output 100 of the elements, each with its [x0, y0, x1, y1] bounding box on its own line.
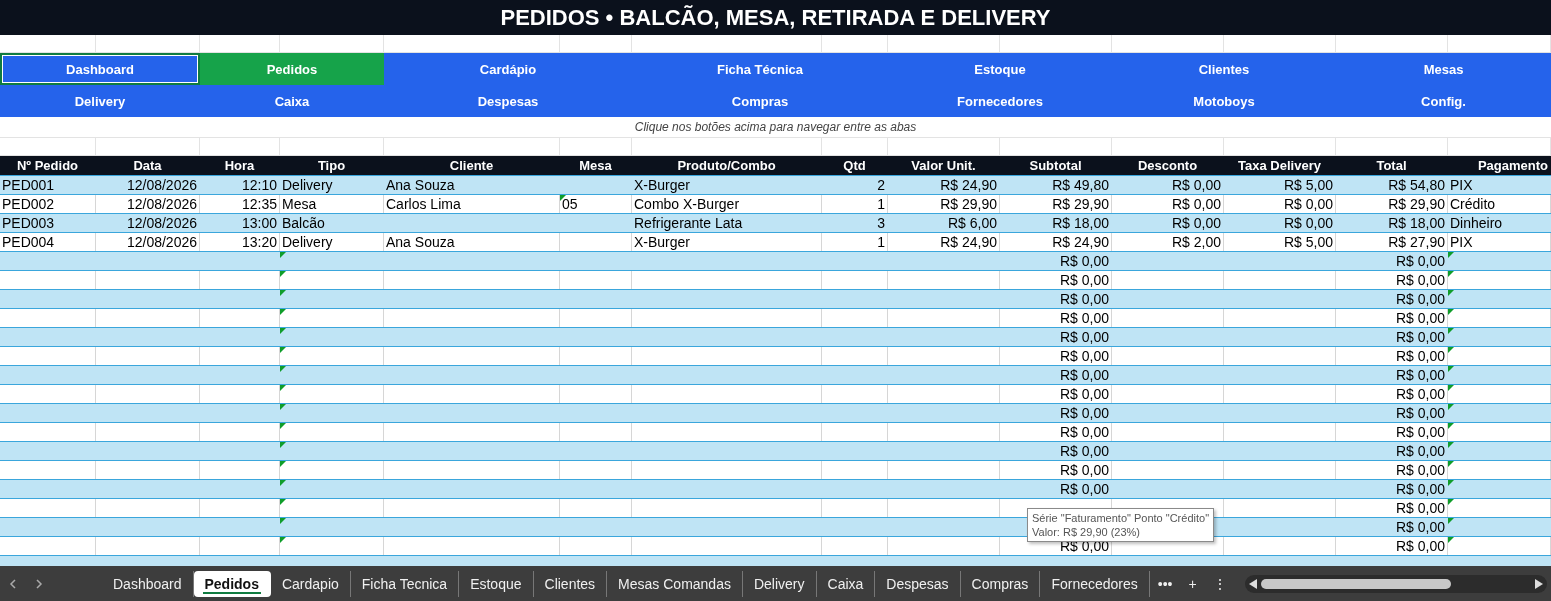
table-cell: Carlos Lima: [386, 197, 461, 211]
table-cell: R$ 0,00: [1059, 330, 1109, 344]
table-cell: R$ 0,00: [1395, 254, 1445, 268]
table-cell: R$ 0,00: [1395, 520, 1445, 534]
table-cell: 13:20: [241, 235, 277, 249]
table-cell: R$ 0,00: [1395, 425, 1445, 439]
table-cell: R$ 0,00: [1395, 406, 1445, 420]
tooltip-text: Valor: R$ 29,90 (23%): [1032, 525, 1142, 539]
column-header: Taxa Delivery: [1238, 159, 1321, 172]
column-header: Valor Unit.: [911, 159, 976, 172]
table-cell: R$ 29,90: [1388, 197, 1445, 211]
table-cell: R$ 2,00: [1171, 235, 1221, 249]
table-cell: 12/08/2026: [126, 178, 197, 192]
sheet-tab[interactable]: Fornecedores: [1040, 571, 1150, 597]
table-cell: R$ 0,00: [1059, 387, 1109, 401]
table-cell: R$ 0,00: [1395, 463, 1445, 477]
table-cell: R$ 0,00: [1395, 387, 1445, 401]
table-cell: Crédito: [1450, 197, 1496, 211]
table-cell: PED003: [2, 216, 55, 230]
window-title: PEDIDOS • BALCÃO, MESA, RETIRADA E DELIVERY: [500, 4, 1051, 31]
table-cell: R$ 0,00: [1059, 349, 1109, 363]
sheet-tab[interactable]: Delivery: [742, 571, 817, 597]
table-cell: R$ 0,00: [1059, 292, 1109, 306]
table-cell: 12:10: [241, 178, 277, 192]
table-cell: R$ 0,00: [1059, 425, 1109, 439]
nav-button[interactable]: Dashboard: [0, 53, 200, 85]
table-cell: 13:00: [241, 216, 277, 230]
table-cell: Dinheiro: [1450, 216, 1503, 230]
sheet-tab[interactable]: Mesas Comandas: [607, 571, 743, 597]
table-cell: 2: [877, 178, 885, 192]
hint-text: Clique nos botões acima para navegar entre as abas: [634, 120, 917, 134]
options-button[interactable]: ⋮: [1204, 571, 1235, 597]
table-cell: R$ 29,90: [1052, 197, 1109, 211]
table-cell: PED002: [2, 197, 55, 211]
table-cell: R$ 0,00: [1395, 501, 1445, 515]
sheet-tab[interactable]: Dashboard: [102, 571, 194, 597]
table-cell: PIX: [1450, 235, 1473, 249]
table-cell: R$ 0,00: [1283, 216, 1333, 230]
table-cell: 1: [877, 235, 885, 249]
table-cell: R$ 27,90: [1388, 235, 1445, 249]
sheet-tab[interactable]: Despesas: [875, 571, 961, 597]
horizontal-scrollbar[interactable]: [1244, 575, 1547, 593]
table-cell: R$ 0,00: [1395, 292, 1445, 306]
sheet-tab[interactable]: Caixa: [816, 571, 876, 597]
column-header: Data: [133, 159, 162, 172]
scroll-left-icon[interactable]: [1248, 579, 1257, 589]
column-header: Subtotal: [1029, 159, 1082, 172]
column-header: Nº Pedido: [16, 159, 79, 172]
add-sheet-button[interactable]: +: [1180, 571, 1205, 597]
table-cell: Delivery: [282, 235, 333, 249]
sheet-tab[interactable]: Ficha Tecnica: [350, 571, 460, 597]
table-cell: 1: [877, 197, 885, 211]
sheet-tab[interactable]: Cardapio: [270, 571, 351, 597]
table-cell: R$ 0,00: [1059, 368, 1109, 382]
scroll-right-icon[interactable]: [1535, 579, 1543, 589]
table-cell: Delivery: [282, 178, 333, 192]
table-cell: Balcão: [282, 216, 325, 230]
table-cell: R$ 0,00: [1395, 311, 1445, 325]
table-cell: 12/08/2026: [126, 216, 197, 230]
table-cell: R$ 18,00: [1052, 216, 1109, 230]
table-cell: R$ 0,00: [1395, 444, 1445, 458]
sheet-tab[interactable]: Compras: [960, 571, 1041, 597]
column-header: Total: [1376, 159, 1407, 172]
column-header: Mesa: [579, 159, 612, 172]
sheet-tab[interactable]: Estoque: [459, 571, 534, 597]
column-header: Desconto: [1137, 159, 1198, 172]
table-cell: R$ 0,00: [1395, 349, 1445, 363]
column-header: Tipo: [317, 159, 346, 172]
scrollbar-thumb[interactable]: [1260, 579, 1451, 589]
column-header: Pagamento: [1477, 159, 1548, 172]
table-cell: R$ 0,00: [1059, 482, 1109, 496]
table-cell: R$ 0,00: [1395, 539, 1445, 553]
sheet-tab[interactable]: Pedidos: [193, 571, 271, 597]
table-cell: R$ 0,00: [1059, 406, 1109, 420]
table-cell: Ana Souza: [386, 178, 455, 192]
table-cell: 05: [562, 197, 578, 211]
table-cell: R$ 0,00: [1059, 254, 1109, 268]
table-cell: R$ 0,00: [1171, 197, 1221, 211]
table-cell: R$ 0,00: [1059, 311, 1109, 325]
table-cell: R$ 0,00: [1059, 463, 1109, 477]
table-cell: R$ 49,80: [1052, 178, 1109, 192]
more-tabs-button[interactable]: •••: [1149, 571, 1181, 597]
tooltip-text: Série "Faturamento" Ponto "Crédito": [1032, 511, 1210, 525]
table-cell: R$ 5,00: [1283, 178, 1333, 192]
table-cell: R$ 0,00: [1059, 273, 1109, 287]
table-cell: X-Burger: [634, 178, 691, 192]
table-cell: PED001: [2, 178, 55, 192]
column-header: Qtd: [843, 159, 866, 172]
table-cell: 3: [877, 216, 885, 230]
table-cell: 12/08/2026: [126, 197, 197, 211]
table-cell: 12:35: [241, 197, 277, 211]
table-cell: Mesa: [282, 197, 317, 211]
table-cell: Combo X-Burger: [634, 197, 740, 211]
table-cell: R$ 18,00: [1388, 216, 1445, 230]
column-header: Produto/Combo: [677, 159, 776, 172]
sheet-tab[interactable]: Clientes: [533, 571, 608, 597]
table-cell: PED004: [2, 235, 55, 249]
table-cell: R$ 0,00: [1395, 330, 1445, 344]
table-cell: R$ 0,00: [1395, 482, 1445, 496]
table-cell: R$ 54,80: [1388, 178, 1445, 192]
